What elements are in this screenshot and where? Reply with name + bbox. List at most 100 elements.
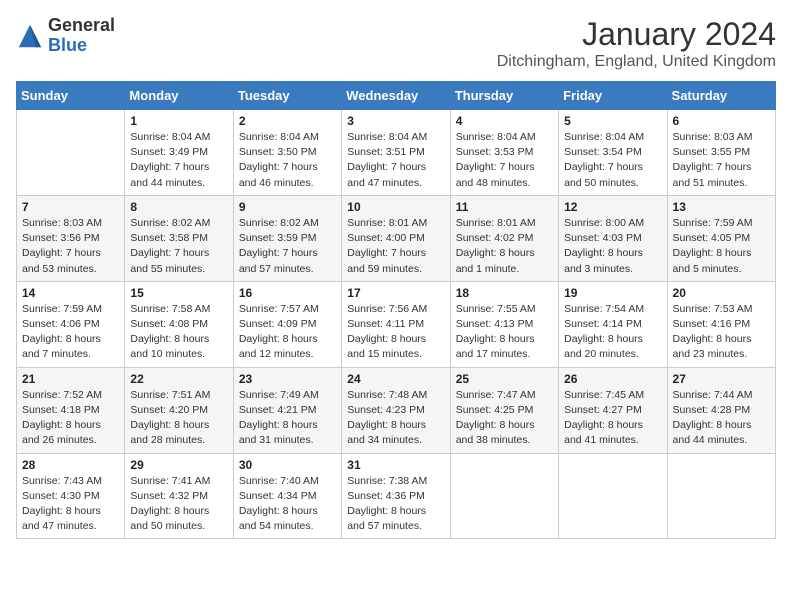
calendar-cell: 18 Sunrise: 7:55 AMSunset: 4:13 PMDayligh… (450, 281, 558, 367)
calendar-cell: 1 Sunrise: 8:04 AMSunset: 3:49 PMDaylight… (125, 110, 233, 196)
day-number: 7 (22, 200, 119, 214)
day-number: 24 (347, 372, 444, 386)
day-number: 5 (564, 114, 661, 128)
day-info: Sunrise: 8:04 AMSunset: 3:54 PMDaylight:… (564, 130, 661, 191)
day-info: Sunrise: 8:04 AMSunset: 3:49 PMDaylight:… (130, 130, 227, 191)
day-info: Sunrise: 7:47 AMSunset: 4:25 PMDaylight:… (456, 388, 553, 449)
calendar-cell: 16 Sunrise: 7:57 AMSunset: 4:09 PMDayligh… (233, 281, 341, 367)
calendar-cell: 17 Sunrise: 7:56 AMSunset: 4:11 PMDayligh… (342, 281, 450, 367)
day-number: 13 (673, 200, 770, 214)
calendar-week-row: 28 Sunrise: 7:43 AMSunset: 4:30 PMDayligh… (17, 453, 776, 539)
calendar-cell: 13 Sunrise: 7:59 AMSunset: 4:05 PMDayligh… (667, 195, 775, 281)
day-info: Sunrise: 8:01 AMSunset: 4:00 PMDaylight:… (347, 216, 444, 277)
calendar-cell: 15Sunrise: 7:58 AMSunset: 4:08 PMDayligh… (125, 281, 233, 367)
day-info: Sunrise: 8:03 AMSunset: 3:56 PMDaylight:… (22, 216, 119, 277)
day-info: Sunrise: 8:02 AMSunset: 3:58 PMDaylight:… (130, 216, 227, 277)
day-info: Sunrise: 7:56 AMSunset: 4:11 PMDaylight:… (347, 302, 444, 363)
day-number: 28 (22, 458, 119, 472)
calendar-cell: 11Sunrise: 8:01 AMSunset: 4:02 PMDayligh… (450, 195, 558, 281)
day-number: 29 (130, 458, 227, 472)
day-number: 16 (239, 286, 336, 300)
day-number: 25 (456, 372, 553, 386)
day-number: 1 (130, 114, 227, 128)
day-number: 10 (347, 200, 444, 214)
calendar-cell: 7 Sunrise: 8:03 AMSunset: 3:56 PMDaylight… (17, 195, 125, 281)
day-number: 18 (456, 286, 553, 300)
calendar-header-monday: Monday (125, 82, 233, 110)
day-info: Sunrise: 7:41 AMSunset: 4:32 PMDaylight:… (130, 474, 227, 535)
logo-text: General Blue (48, 16, 115, 56)
calendar-cell: 6 Sunrise: 8:03 AMSunset: 3:55 PMDaylight… (667, 110, 775, 196)
calendar-cell (17, 110, 125, 196)
calendar-cell: 22Sunrise: 7:51 AMSunset: 4:20 PMDayligh… (125, 367, 233, 453)
calendar-cell: 30 Sunrise: 7:40 AMSunset: 4:34 PMDayligh… (233, 453, 341, 539)
calendar-header-tuesday: Tuesday (233, 82, 341, 110)
day-info: Sunrise: 7:59 AMSunset: 4:06 PMDaylight:… (22, 302, 119, 363)
calendar-cell: 23 Sunrise: 7:49 AMSunset: 4:21 PMDayligh… (233, 367, 341, 453)
day-number: 8 (130, 200, 227, 214)
day-number: 17 (347, 286, 444, 300)
day-number: 30 (239, 458, 336, 472)
day-number: 4 (456, 114, 553, 128)
calendar-week-row: 21 Sunrise: 7:52 AMSunset: 4:18 PMDayligh… (17, 367, 776, 453)
day-number: 27 (673, 372, 770, 386)
day-info: Sunrise: 7:51 AMSunset: 4:20 PMDaylight:… (130, 388, 227, 449)
day-info: Sunrise: 7:54 AMSunset: 4:14 PMDaylight:… (564, 302, 661, 363)
day-info: Sunrise: 8:04 AMSunset: 3:50 PMDaylight:… (239, 130, 336, 191)
day-number: 23 (239, 372, 336, 386)
day-info: Sunrise: 8:04 AMSunset: 3:51 PMDaylight:… (347, 130, 444, 191)
day-info: Sunrise: 7:43 AMSunset: 4:30 PMDaylight:… (22, 474, 119, 535)
day-info: Sunrise: 8:04 AMSunset: 3:53 PMDaylight:… (456, 130, 553, 191)
calendar-cell: 31 Sunrise: 7:38 AMSunset: 4:36 PMDayligh… (342, 453, 450, 539)
day-info: Sunrise: 7:48 AMSunset: 4:23 PMDaylight:… (347, 388, 444, 449)
day-number: 14 (22, 286, 119, 300)
calendar-cell (667, 453, 775, 539)
calendar-cell: 21 Sunrise: 7:52 AMSunset: 4:18 PMDayligh… (17, 367, 125, 453)
calendar-week-row: 14 Sunrise: 7:59 AMSunset: 4:06 PMDayligh… (17, 281, 776, 367)
day-info: Sunrise: 8:03 AMSunset: 3:55 PMDaylight:… (673, 130, 770, 191)
day-number: 31 (347, 458, 444, 472)
calendar-cell: 9 Sunrise: 8:02 AMSunset: 3:59 PMDaylight… (233, 195, 341, 281)
day-info: Sunrise: 7:52 AMSunset: 4:18 PMDaylight:… (22, 388, 119, 449)
month-title: January 2024 (497, 16, 776, 53)
calendar-cell: 24 Sunrise: 7:48 AMSunset: 4:23 PMDayligh… (342, 367, 450, 453)
calendar-cell: 29 Sunrise: 7:41 AMSunset: 4:32 PMDayligh… (125, 453, 233, 539)
day-number: 26 (564, 372, 661, 386)
logo-icon (16, 22, 44, 50)
calendar-cell: 5 Sunrise: 8:04 AMSunset: 3:54 PMDaylight… (559, 110, 667, 196)
calendar-header-thursday: Thursday (450, 82, 558, 110)
calendar-header-wednesday: Wednesday (342, 82, 450, 110)
calendar-week-row: 7 Sunrise: 8:03 AMSunset: 3:56 PMDaylight… (17, 195, 776, 281)
day-info: Sunrise: 7:38 AMSunset: 4:36 PMDaylight:… (347, 474, 444, 535)
day-info: Sunrise: 7:57 AMSunset: 4:09 PMDaylight:… (239, 302, 336, 363)
calendar-cell: 3 Sunrise: 8:04 AMSunset: 3:51 PMDaylight… (342, 110, 450, 196)
calendar-cell: 2Sunrise: 8:04 AMSunset: 3:50 PMDaylight… (233, 110, 341, 196)
day-info: Sunrise: 8:02 AMSunset: 3:59 PMDaylight:… (239, 216, 336, 277)
title-area: January 2024 Ditchingham, England, Unite… (497, 16, 776, 71)
logo-general: General (48, 16, 115, 36)
day-info: Sunrise: 7:49 AMSunset: 4:21 PMDaylight:… (239, 388, 336, 449)
calendar-cell: 20Sunrise: 7:53 AMSunset: 4:16 PMDayligh… (667, 281, 775, 367)
calendar-cell (450, 453, 558, 539)
day-info: Sunrise: 7:59 AMSunset: 4:05 PMDaylight:… (673, 216, 770, 277)
day-number: 9 (239, 200, 336, 214)
day-info: Sunrise: 7:40 AMSunset: 4:34 PMDaylight:… (239, 474, 336, 535)
calendar-cell: 26 Sunrise: 7:45 AMSunset: 4:27 PMDayligh… (559, 367, 667, 453)
day-info: Sunrise: 7:44 AMSunset: 4:28 PMDaylight:… (673, 388, 770, 449)
calendar-cell: 28 Sunrise: 7:43 AMSunset: 4:30 PMDayligh… (17, 453, 125, 539)
calendar-cell: 8 Sunrise: 8:02 AMSunset: 3:58 PMDaylight… (125, 195, 233, 281)
calendar-week-row: 1 Sunrise: 8:04 AMSunset: 3:49 PMDaylight… (17, 110, 776, 196)
calendar-cell: 10 Sunrise: 8:01 AMSunset: 4:00 PMDayligh… (342, 195, 450, 281)
day-number: 3 (347, 114, 444, 128)
day-info: Sunrise: 7:45 AMSunset: 4:27 PMDaylight:… (564, 388, 661, 449)
day-info: Sunrise: 7:55 AMSunset: 4:13 PMDaylight:… (456, 302, 553, 363)
calendar-header-sunday: Sunday (17, 82, 125, 110)
calendar-cell: 27 Sunrise: 7:44 AMSunset: 4:28 PMDayligh… (667, 367, 775, 453)
calendar-header-friday: Friday (559, 82, 667, 110)
location-title: Ditchingham, England, United Kingdom (497, 53, 776, 71)
day-number: 15 (130, 286, 227, 300)
day-number: 6 (673, 114, 770, 128)
calendar-cell (559, 453, 667, 539)
calendar-cell: 14 Sunrise: 7:59 AMSunset: 4:06 PMDayligh… (17, 281, 125, 367)
day-number: 21 (22, 372, 119, 386)
